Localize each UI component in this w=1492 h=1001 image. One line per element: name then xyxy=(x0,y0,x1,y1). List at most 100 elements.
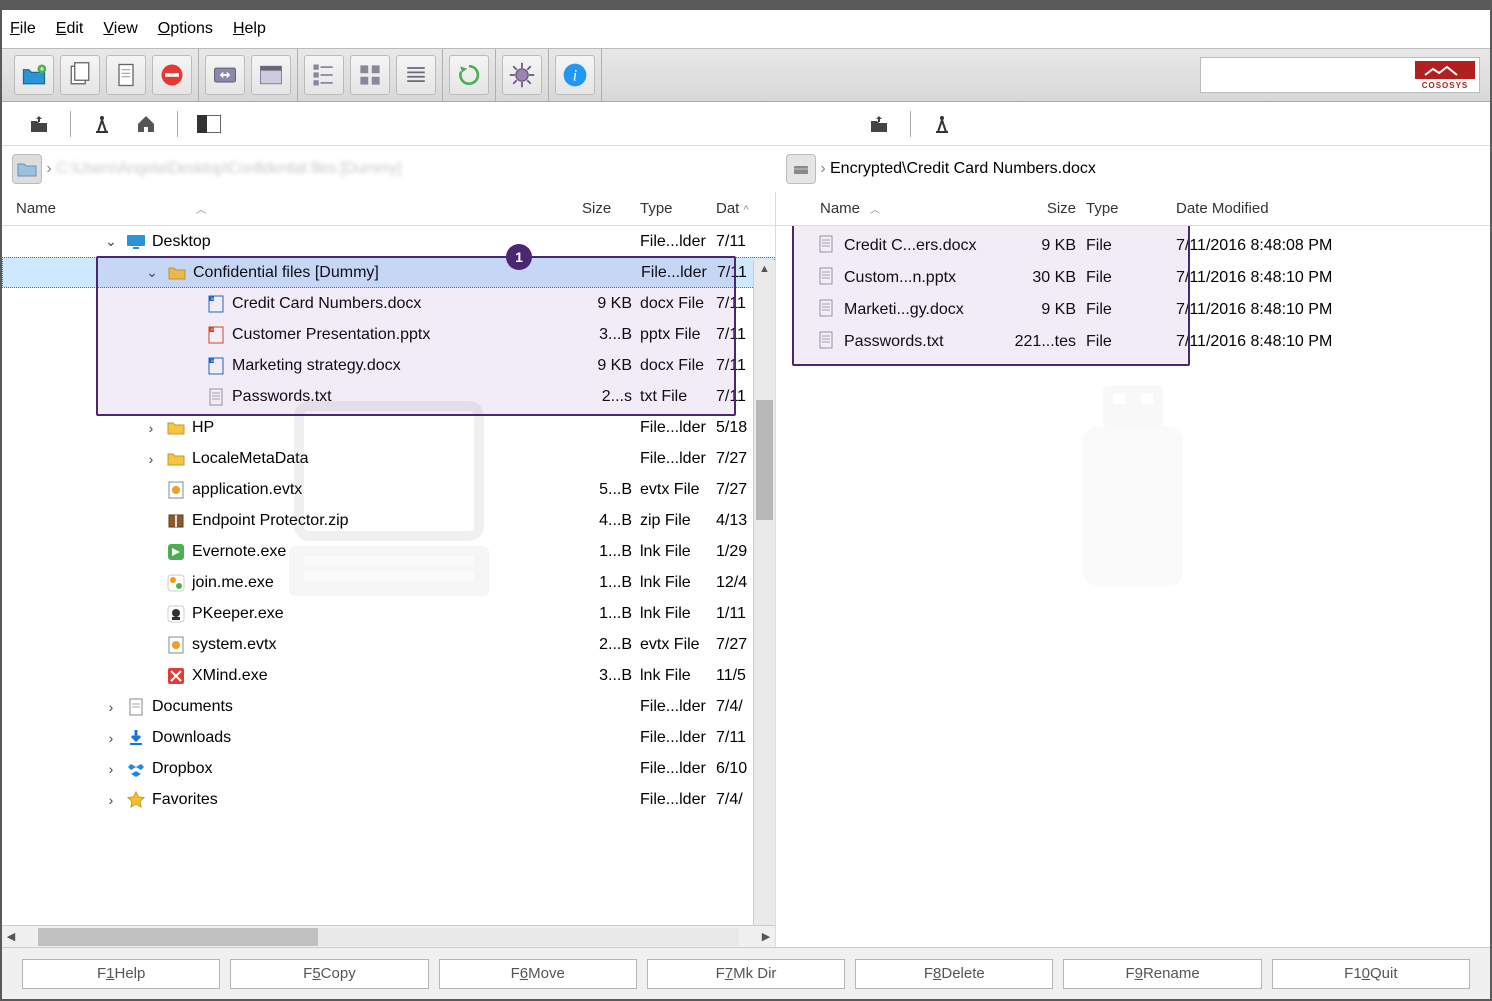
menu-view[interactable]: View xyxy=(103,20,137,38)
info-button[interactable]: i xyxy=(555,55,595,95)
f8-delete-button[interactable]: F8 Delete xyxy=(855,959,1053,989)
brand-logo-icon: COSOSYS xyxy=(1415,61,1475,89)
details-view-button[interactable] xyxy=(251,55,291,95)
expander-icon[interactable]: › xyxy=(142,451,160,467)
svg-text:W: W xyxy=(211,296,215,301)
file-size: 3...B xyxy=(582,326,640,344)
expander-icon[interactable]: › xyxy=(102,792,120,808)
file-icon xyxy=(166,542,186,562)
f9-rename-button[interactable]: F9 Rename xyxy=(1063,959,1261,989)
file-name: XMind.exe xyxy=(192,667,268,685)
f7-mkdir-button[interactable]: F7 Mk Dir xyxy=(647,959,845,989)
file-icon: P xyxy=(206,325,226,345)
file-icon: W xyxy=(206,356,226,376)
nav-up-icon[interactable] xyxy=(26,111,52,137)
tree-row[interactable]: W Credit Card Numbers.docx 9 KB docx Fil… xyxy=(2,288,775,319)
tree-view-button[interactable] xyxy=(304,55,344,95)
menubar: File Edit View Options Help xyxy=(2,10,1490,48)
f6-move-button[interactable]: F6 Move xyxy=(439,959,637,989)
file-type: evtx File xyxy=(640,481,716,499)
scrollbar-thumb[interactable] xyxy=(756,400,773,520)
file-type: File...lder xyxy=(640,450,716,468)
settings-button[interactable] xyxy=(502,55,542,95)
file-name: HP xyxy=(192,419,214,437)
expander-icon[interactable]: › xyxy=(102,699,120,715)
sort-indicator-icon: ︿ xyxy=(196,205,206,216)
tree-row[interactable]: › Dropbox File...lder 6/10 xyxy=(2,753,775,784)
svg-text:+: + xyxy=(40,65,45,74)
file-icon xyxy=(816,234,836,259)
new-folder-button[interactable]: + xyxy=(14,55,54,95)
right-breadcrumb[interactable]: › Encrypted\Credit Card Numbers.docx xyxy=(776,146,1490,192)
menu-file[interactable]: File xyxy=(10,20,36,38)
menu-options[interactable]: Options xyxy=(158,20,213,38)
tree-row[interactable]: › Documents File...lder 7/4/ xyxy=(2,691,775,722)
tree-row[interactable]: ⌄ Desktop File...lder 7/11 xyxy=(2,226,775,257)
file-type: File xyxy=(1086,301,1146,319)
file-icon xyxy=(167,263,187,283)
copy-button[interactable] xyxy=(60,55,100,95)
right-navbar xyxy=(776,102,979,145)
icons-view-button[interactable] xyxy=(350,55,390,95)
file-type: File...lder xyxy=(640,419,716,437)
f10-quit-button[interactable]: F10 Quit xyxy=(1272,959,1470,989)
file-icon xyxy=(166,511,186,531)
delete-button[interactable] xyxy=(152,55,192,95)
file-icon xyxy=(166,418,186,438)
left-breadcrumb[interactable]: › C:\Users\Angela\Desktop\Confidential f… xyxy=(2,146,776,192)
paste-button[interactable] xyxy=(106,55,146,95)
expander-icon[interactable]: › xyxy=(102,761,120,777)
tree-row[interactable]: P Customer Presentation.pptx 3...B pptx … xyxy=(2,319,775,350)
file-size: 2...B xyxy=(582,636,640,654)
tree-row[interactable]: W Marketing strategy.docx 9 KB docx File… xyxy=(2,350,775,381)
expander-icon[interactable]: › xyxy=(102,730,120,746)
tree-row[interactable]: › Favorites File...lder 7/4/ xyxy=(2,784,775,815)
file-name: Credit C...ers.docx xyxy=(844,237,976,255)
list-item[interactable]: Marketi...gy.docx 9 KB File 7/11/2016 8:… xyxy=(776,294,1490,326)
expander-icon[interactable]: › xyxy=(142,420,160,436)
nav-root-icon-right[interactable] xyxy=(929,111,955,137)
file-name: Documents xyxy=(152,698,233,716)
expander-icon[interactable]: ⌄ xyxy=(143,264,161,281)
file-name: Marketi...gy.docx xyxy=(844,301,964,319)
file-type: File...lder xyxy=(641,264,717,282)
file-icon xyxy=(166,573,186,593)
expander-icon[interactable]: ⌄ xyxy=(102,233,120,250)
left-column-headers[interactable]: Name︿ Size Type DateDat ^ xyxy=(2,192,775,226)
file-type: lnk File xyxy=(640,605,716,623)
swap-panes-button[interactable] xyxy=(205,55,245,95)
list-item[interactable]: Passwords.txt 221...tes File 7/11/2016 8… xyxy=(776,326,1490,358)
f5-copy-button[interactable]: F5 Copy xyxy=(230,959,428,989)
menu-help[interactable]: Help xyxy=(233,20,266,38)
file-type: zip File xyxy=(640,512,716,530)
list-item[interactable]: Credit C...ers.docx 9 KB File 7/11/2016 … xyxy=(776,230,1490,262)
horizontal-scrollbar[interactable]: ◀ ▶ xyxy=(2,925,775,947)
tree-row[interactable]: XMind.exe 3...B lnk File 11/5 xyxy=(2,660,775,691)
nav-split-icon[interactable] xyxy=(196,111,222,137)
refresh-button[interactable] xyxy=(449,55,489,95)
left-tree[interactable]: ⌄ Desktop File...lder 7/11 ⌄ Confidentia… xyxy=(2,226,775,925)
right-list[interactable]: Credit C...ers.docx 9 KB File 7/11/2016 … xyxy=(776,226,1490,947)
nav-root-icon[interactable] xyxy=(89,111,115,137)
file-type: File...lder xyxy=(640,698,716,716)
file-type: lnk File xyxy=(640,667,716,685)
right-pane: Name︿ Size Type Date Modified Credit C..… xyxy=(776,192,1490,947)
menu-edit[interactable]: Edit xyxy=(56,20,84,38)
folder-icon xyxy=(12,154,42,184)
file-icon xyxy=(206,387,226,407)
vertical-scrollbar[interactable]: ▲ xyxy=(753,260,775,925)
file-size: 9 KB xyxy=(582,295,640,313)
nav-up-icon-right[interactable] xyxy=(866,111,892,137)
nav-home-icon[interactable] xyxy=(133,111,159,137)
tree-row[interactable]: ⌄ Confidential files [Dummy] File...lder… xyxy=(2,257,775,288)
list-item[interactable]: Custom...n.pptx 30 KB File 7/11/2016 8:4… xyxy=(776,262,1490,294)
file-type: lnk File xyxy=(640,574,716,592)
file-type: docx File xyxy=(640,357,716,375)
list-view-button[interactable] xyxy=(396,55,436,95)
file-size: 2...s xyxy=(582,388,640,406)
right-column-headers[interactable]: Name︿ Size Type Date Modified xyxy=(776,192,1490,226)
f1-help-button[interactable]: F1 Help xyxy=(22,959,220,989)
file-size: 9 KB xyxy=(582,357,640,375)
tree-row[interactable]: system.evtx 2...B evtx File 7/27 xyxy=(2,629,775,660)
tree-row[interactable]: › Downloads File...lder 7/11 xyxy=(2,722,775,753)
